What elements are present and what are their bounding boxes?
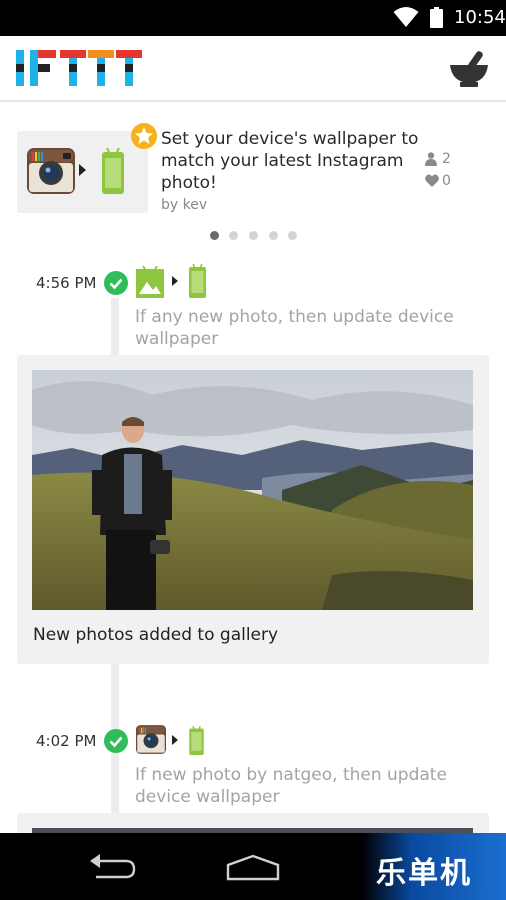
pager-dot[interactable] xyxy=(269,231,278,240)
users-count: 2 xyxy=(442,151,451,167)
recipe-author: by kev xyxy=(161,197,208,213)
back-icon[interactable] xyxy=(88,853,138,881)
pager-dot[interactable] xyxy=(288,231,297,240)
ifttt-logo[interactable] xyxy=(16,50,142,86)
status-bar: 10:54 xyxy=(0,0,506,36)
arrow-right-icon xyxy=(172,735,178,745)
landscape-photo-image xyxy=(32,370,473,610)
mortar-pestle-icon[interactable] xyxy=(448,50,490,88)
success-check-icon xyxy=(104,271,128,295)
heart-icon xyxy=(425,174,439,187)
navigation-bar: 乐单机 xyxy=(0,833,506,900)
feed-description: If any new photo, then update device wal… xyxy=(135,307,454,349)
watermark-text: 乐单机 xyxy=(376,856,472,891)
feed-card[interactable]: New photos added to gallery xyxy=(17,355,489,664)
app-bar xyxy=(0,36,506,102)
feed-card[interactable] xyxy=(17,813,489,833)
instagram-icon xyxy=(136,725,166,754)
android-device-icon xyxy=(102,148,124,194)
home-icon[interactable] xyxy=(226,853,280,881)
recipe-title: Set your device's wallpaper to match you… xyxy=(161,129,419,193)
success-check-icon xyxy=(104,729,128,753)
pager-dot[interactable] xyxy=(229,231,238,240)
feed-caption: New photos added to gallery xyxy=(33,625,279,645)
status-time: 10:54 xyxy=(454,7,506,28)
battery-icon xyxy=(430,7,443,28)
feed-time: 4:02 PM xyxy=(36,732,97,750)
star-badge-icon xyxy=(131,123,157,149)
user-icon xyxy=(425,152,437,166)
recipe-channel-icons xyxy=(17,131,148,213)
android-device-icon xyxy=(189,264,206,298)
likes-count: 0 xyxy=(442,173,451,189)
android-photos-icon xyxy=(136,266,164,298)
instagram-icon xyxy=(27,148,75,194)
android-device-icon xyxy=(189,726,204,755)
recipe-pager[interactable] xyxy=(208,231,300,241)
feed-description: If new photo by natgeo, then update devi… xyxy=(135,765,447,807)
feed-time: 4:56 PM xyxy=(36,274,97,292)
pager-dot[interactable] xyxy=(210,231,219,240)
arrow-right-icon xyxy=(79,164,86,176)
pager-dot[interactable] xyxy=(249,231,258,240)
wifi-icon xyxy=(393,7,419,27)
wallpaper-photo[interactable] xyxy=(32,370,473,610)
arrow-right-icon xyxy=(172,276,178,286)
